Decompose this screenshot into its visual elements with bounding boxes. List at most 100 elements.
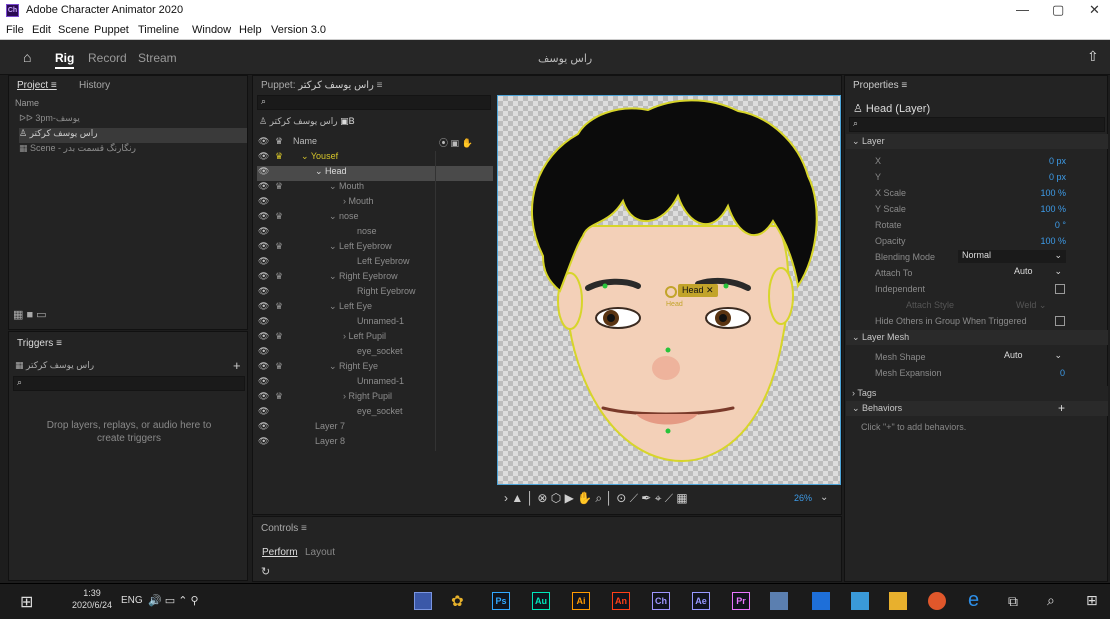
visibility-toggle-icon[interactable]: 👁 — [258, 196, 269, 207]
properties-search-input[interactable]: ⌕ — [849, 117, 1105, 132]
independent-checkbox[interactable] — [1055, 284, 1065, 294]
tab-rig[interactable]: Rig — [55, 51, 75, 69]
property-value[interactable]: 100 % — [1020, 236, 1066, 246]
mail-icon[interactable] — [812, 592, 830, 610]
layer-row[interactable]: 👁 Unnamed-1 — [257, 316, 493, 331]
head-tag-badge[interactable]: Head ✕ — [678, 284, 718, 297]
crown-icon[interactable]: ♛ — [275, 241, 283, 252]
tab-perform[interactable]: Perform — [262, 547, 298, 558]
layer-row[interactable]: 👁 eye_socket — [257, 346, 493, 361]
crown-icon[interactable]: ♛ — [275, 391, 283, 402]
layer-row[interactable]: 👁 Left Eyebrow — [257, 256, 493, 271]
visibility-toggle-icon[interactable]: 👁 — [258, 421, 269, 432]
layer-row[interactable]: 👁 ♛ ⌄ Right Eyebrow — [257, 271, 493, 286]
property-value[interactable]: 100 % — [1020, 188, 1066, 198]
visibility-toggle-icon[interactable]: 👁 — [258, 301, 269, 312]
visibility-toggle-icon[interactable]: 👁 — [258, 346, 269, 357]
layer-row[interactable]: 👁 ♛ ⌄ Mouth — [257, 181, 493, 196]
folder-icon[interactable] — [889, 592, 907, 610]
crown-icon[interactable]: ♛ — [275, 271, 283, 282]
add-behavior-button[interactable]: + — [1058, 401, 1065, 415]
layer-row[interactable]: 👁 ♛ ⌄ Yousef — [257, 151, 493, 166]
crown-icon[interactable]: ♛ — [275, 151, 283, 162]
property-value[interactable]: 0 px — [1020, 172, 1066, 182]
visibility-toggle-icon[interactable]: 👁 — [258, 286, 269, 297]
project-item[interactable]: ▦ Scene - رنگارنگ قسمت بدر — [19, 143, 136, 158]
browser-icon[interactable] — [928, 592, 946, 610]
project-footer-icons[interactable]: ▦ ■ ▭ — [13, 308, 47, 321]
visibility-toggle-icon[interactable]: 👁 — [258, 391, 269, 402]
menu-puppet[interactable]: Puppet — [94, 24, 129, 36]
taskbar-app-icon[interactable]: Au — [532, 592, 550, 610]
layer-row[interactable]: 👁 › Mouth — [257, 196, 493, 211]
visibility-toggle-icon[interactable]: 👁 — [258, 211, 269, 222]
property-value[interactable]: 100 % — [1020, 204, 1066, 214]
refresh-icon[interactable]: ↻ — [261, 565, 270, 578]
hide-others-checkbox[interactable] — [1055, 316, 1065, 326]
taskbar-app-icon[interactable]: Ps — [492, 592, 510, 610]
attach-to-select[interactable]: Auto ⌄ — [1010, 266, 1066, 279]
visibility-toggle-icon[interactable]: 👁 — [258, 241, 269, 252]
visibility-toggle-icon[interactable]: 👁 — [258, 406, 269, 417]
project-item[interactable]: ᐅᐅ 3pm-یوسف — [19, 113, 80, 128]
property-value[interactable]: 0 ° — [1020, 220, 1066, 230]
taskbar-app-icon[interactable]: Ai — [572, 592, 590, 610]
close-icon[interactable]: ✕ — [1089, 2, 1100, 18]
zoom-dropdown-icon[interactable]: ⌄ — [820, 492, 828, 503]
mesh-expansion-value[interactable]: 0 — [1040, 368, 1065, 378]
layer-row[interactable]: 👁 ♛ › Right Pupil — [257, 391, 493, 406]
taskbar-app-icon[interactable]: Ae — [692, 592, 710, 610]
layer-row[interactable]: 👁 Layer 8 — [257, 436, 493, 451]
menu-edit[interactable]: Edit — [32, 24, 51, 36]
task-view-icon[interactable]: ⧉ — [1008, 593, 1018, 610]
clock[interactable]: 1:39 2020/6/24 — [72, 587, 112, 611]
layer-row[interactable]: 👁 Unnamed-1 — [257, 376, 493, 391]
visibility-toggle-icon[interactable]: 👁 — [258, 226, 269, 237]
menu-file[interactable]: File — [6, 24, 24, 36]
layer-row[interactable]: 👁 ♛ ⌄ nose — [257, 211, 493, 226]
visibility-toggle-icon[interactable]: 👁 — [258, 271, 269, 282]
visibility-toggle-icon[interactable]: 👁 — [258, 376, 269, 387]
menu-window[interactable]: Window — [192, 24, 231, 36]
restore-icon[interactable]: ▢ — [1052, 2, 1064, 18]
mesh-shape-select[interactable]: Auto ⌄ — [1000, 350, 1066, 363]
triggers-search-input[interactable]: ⌕ — [13, 376, 245, 391]
layer-row[interactable]: 👁 Layer 7 — [257, 421, 493, 436]
tab-history[interactable]: History — [79, 80, 110, 91]
behaviors-section-header[interactable]: ⌄ Behaviors + — [846, 401, 1108, 416]
taskbar-app-icon[interactable]: An — [612, 592, 630, 610]
project-item[interactable]: ♙ راس یوسف کرکتر — [19, 128, 247, 143]
visibility-toggle-icon[interactable]: 👁 — [258, 166, 269, 177]
search-icon[interactable]: ⌕ — [1047, 592, 1055, 609]
blending-mode-select[interactable]: Normal ⌄ — [958, 250, 1066, 263]
tab-record[interactable]: Record — [88, 51, 127, 65]
store-icon[interactable] — [851, 592, 869, 610]
layer-row[interactable]: 👁 Right Eyebrow — [257, 286, 493, 301]
crown-icon[interactable]: ♛ — [275, 211, 283, 222]
property-value[interactable]: 0 px — [1020, 156, 1066, 166]
puppet-search-input[interactable]: ⌕ — [257, 95, 491, 110]
tab-layout[interactable]: Layout — [305, 547, 335, 558]
taskbar-app-icon[interactable] — [770, 592, 788, 610]
home-icon[interactable]: ⌂ — [23, 49, 31, 65]
minimize-icon[interactable]: — — [1016, 2, 1029, 17]
zoom-level[interactable]: 26% — [794, 493, 812, 503]
share-icon[interactable]: ⇧ — [1087, 48, 1099, 65]
crown-icon[interactable]: ♛ — [275, 361, 283, 372]
attach-style-select[interactable]: Weld ⌄ — [1016, 300, 1046, 311]
visibility-toggle-icon[interactable]: 👁 — [258, 361, 269, 372]
tab-stream[interactable]: Stream — [138, 51, 177, 65]
menu-scene[interactable]: Scene — [58, 24, 89, 36]
layer-row[interactable]: 👁 ♛ ⌄ Left Eye — [257, 301, 493, 316]
tab-project[interactable]: Project ≡ — [17, 80, 57, 91]
canvas-tools[interactable]: › ▲ │ ⊗ ⬡ ▶ ✋ ⌕ │ ⊙ ⟋ ✒ ⌖ ⟋ ▦ — [504, 491, 688, 506]
crown-icon[interactable]: ♛ — [275, 181, 283, 192]
visibility-toggle-icon[interactable]: 👁 — [258, 331, 269, 342]
crown-icon[interactable]: ♛ — [275, 331, 283, 342]
layer-row[interactable]: 👁 ♛ ⌄ Left Eyebrow — [257, 241, 493, 256]
windows-icon[interactable]: ⊞ — [1086, 592, 1098, 609]
tray-icons[interactable]: 🔊 ▭ ⌃ ⚲ — [148, 594, 199, 607]
crown-icon[interactable]: ♛ — [275, 301, 283, 312]
edge-icon[interactable]: e — [968, 589, 979, 612]
language-indicator[interactable]: ENG — [121, 595, 143, 606]
